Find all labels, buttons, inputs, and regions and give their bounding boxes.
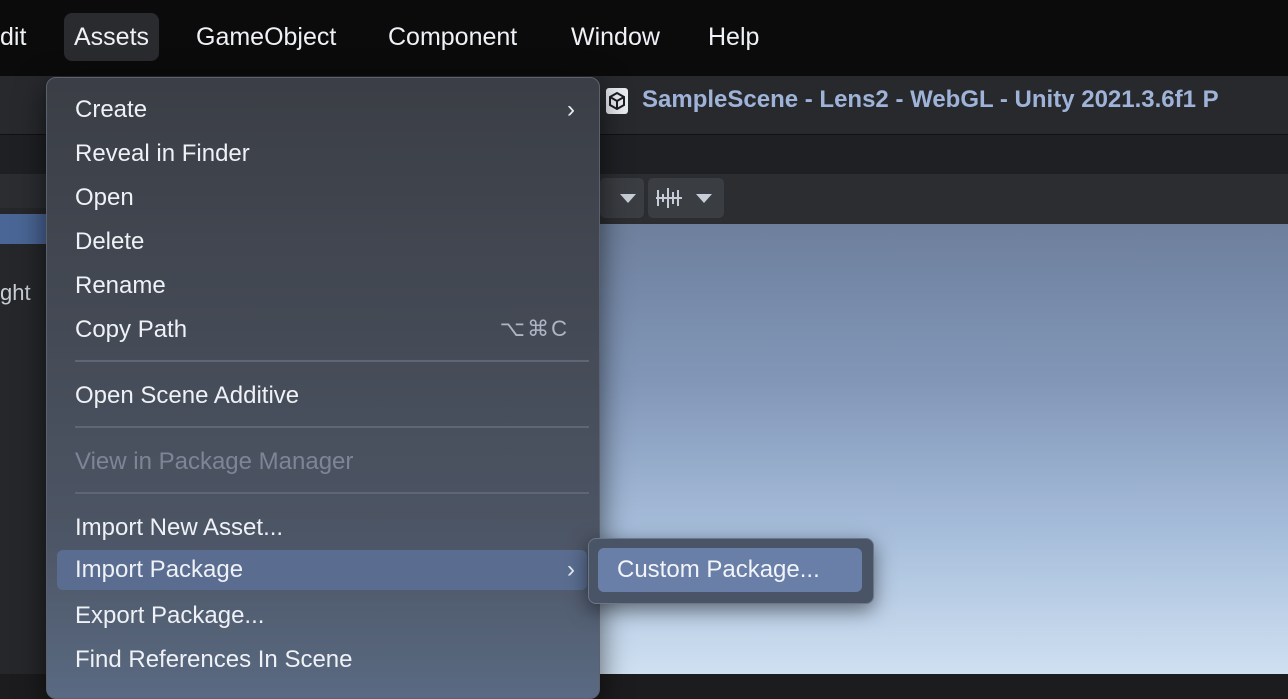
scene-viewport[interactable] — [598, 224, 1288, 674]
menu-item-label: Export Package... — [75, 602, 265, 629]
menu-item-label: Rename — [75, 272, 166, 299]
menu-item-label: Open Scene Additive — [75, 382, 300, 409]
menu-item-delete[interactable]: Delete — [57, 222, 587, 262]
chevron-right-icon: › — [567, 96, 575, 123]
menu-item-label: Import Package — [75, 556, 244, 583]
menu-item-label: Copy Path — [75, 316, 188, 343]
menu-item-create[interactable]: Create › — [57, 90, 587, 130]
import-package-submenu: Custom Package... — [588, 538, 874, 604]
menu-help[interactable]: Help — [698, 13, 769, 61]
menu-item-import-new-asset[interactable]: Import New Asset... — [57, 508, 587, 548]
menu-item-copy-path[interactable]: Copy Path ⌥⌘C — [57, 310, 587, 350]
audio-dropdown-button[interactable] — [648, 178, 724, 218]
menu-item-label: Import New Asset... — [75, 514, 284, 541]
menu-item-reveal-in-finder[interactable]: Reveal in Finder — [57, 134, 587, 174]
menu-separator — [75, 360, 589, 362]
window-title: SampleScene - Lens2 - WebGL - Unity 2021… — [642, 86, 1219, 113]
menu-separator — [75, 492, 589, 494]
menu-item-import-package[interactable]: Import Package › — [57, 550, 587, 590]
keyboard-shortcut: ⌥⌘C — [499, 316, 569, 341]
chevron-right-icon: › — [567, 556, 575, 583]
menu-item-label: Reveal in Finder — [75, 140, 250, 167]
menu-item-open[interactable]: Open — [57, 178, 587, 218]
assets-menu: Create › Reveal in Finder Open Delete Re… — [46, 77, 600, 699]
dropdown-arrow-icon — [620, 194, 636, 203]
submenu-item-label: Custom Package... — [617, 556, 820, 583]
menu-item-find-references-in-scene[interactable]: Find References In Scene — [57, 640, 587, 680]
menu-item-label: Find References In Scene — [75, 646, 353, 673]
unity-scene-icon — [606, 88, 628, 114]
menubar: dit Assets GameObject Component Window H… — [0, 0, 1288, 76]
hierarchy-panel — [0, 208, 48, 674]
menu-window[interactable]: Window — [561, 13, 670, 61]
menu-item-label: Open — [75, 184, 134, 211]
menu-item-export-package[interactable]: Export Package... — [57, 596, 587, 636]
menu-item-rename[interactable]: Rename — [57, 266, 587, 306]
gizmo-dropdown-button[interactable] — [600, 178, 644, 218]
menu-gameobject[interactable]: GameObject — [186, 13, 346, 61]
menu-item-label: View in Package Manager — [75, 448, 354, 475]
menu-edit[interactable]: dit — [0, 13, 36, 61]
menu-item-view-in-package-manager: View in Package Manager — [57, 442, 587, 482]
hierarchy-item-fragment[interactable]: ght — [0, 280, 31, 306]
menu-item-label: Create — [75, 96, 148, 123]
menu-separator — [75, 426, 589, 428]
hierarchy-selected-row[interactable] — [0, 214, 48, 244]
submenu-item-custom-package[interactable]: Custom Package... — [598, 548, 862, 592]
menu-item-label: Delete — [75, 228, 145, 255]
waveform-icon — [656, 188, 682, 208]
menu-item-open-scene-additive[interactable]: Open Scene Additive — [57, 376, 587, 416]
dropdown-arrow-icon — [696, 194, 712, 203]
menu-assets[interactable]: Assets — [64, 13, 160, 61]
menu-component[interactable]: Component — [378, 13, 527, 61]
